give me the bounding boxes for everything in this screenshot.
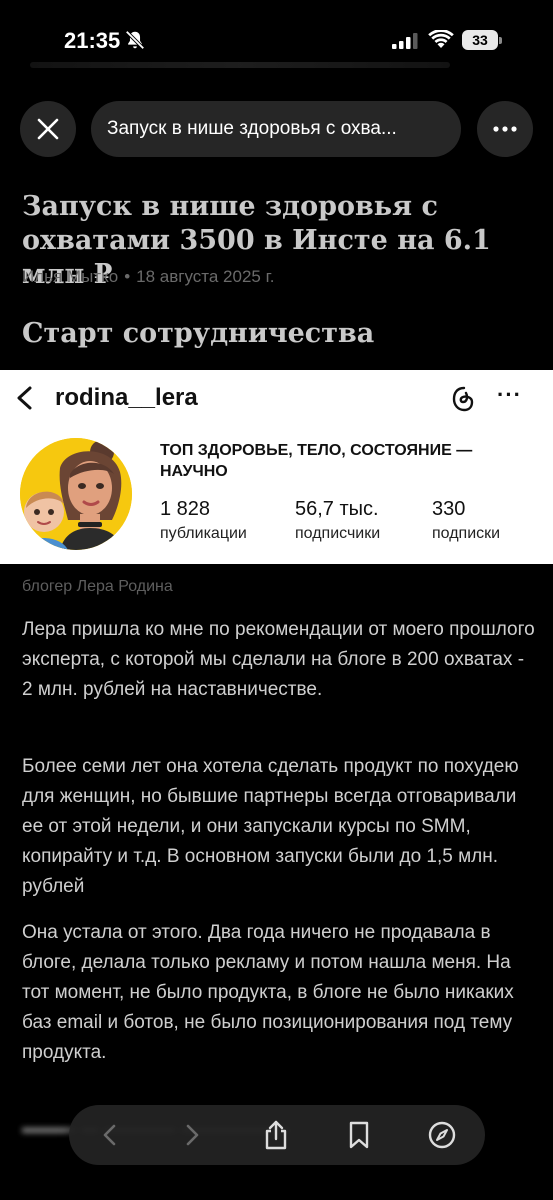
ig-stat-value: 330 xyxy=(432,498,466,520)
share-icon xyxy=(265,1120,287,1150)
paragraph: Она устала от этого. Два года ничего не … xyxy=(22,922,514,1063)
section-title: Старт сотрудничества xyxy=(22,318,375,349)
back-arrow-icon xyxy=(17,386,32,410)
article-date: 18 августа 2025 г. xyxy=(136,267,275,286)
bookmark-button[interactable] xyxy=(343,1119,375,1151)
battery-level: 33 xyxy=(462,30,498,50)
wifi-icon xyxy=(428,30,454,48)
ig-more-icon: ··· xyxy=(497,382,522,407)
avatar xyxy=(20,438,132,550)
status-time: 21:35 xyxy=(64,28,121,53)
image-caption: блогер Лера Родина xyxy=(22,578,173,595)
meta-separator: • xyxy=(124,267,131,286)
ig-stat-label: подписки xyxy=(432,525,501,542)
close-icon xyxy=(37,118,59,140)
forward-button[interactable] xyxy=(176,1119,208,1151)
ig-stat-following: 330 подписки xyxy=(432,498,500,543)
ig-username: rodina__lera xyxy=(55,384,198,411)
more-icon xyxy=(493,126,517,132)
status-bar: 21:35 33 xyxy=(0,0,553,70)
share-button[interactable] xyxy=(260,1119,292,1151)
paragraph: Лера пришла ко мне по рекомендации от мо… xyxy=(22,619,535,700)
article-author[interactable]: Илья Мытко xyxy=(22,267,118,286)
compass-button[interactable] xyxy=(426,1119,458,1151)
instagram-profile-image: rodina__lera ··· ТОП ЗДОРОВЬЕ, ТЕЛО, СОС… xyxy=(0,370,553,564)
threads-icon xyxy=(452,386,474,412)
url-bar-fade xyxy=(30,62,450,68)
ig-stat-value: 1 828 xyxy=(160,498,211,520)
browser-toolbar xyxy=(69,1105,485,1165)
back-button[interactable] xyxy=(94,1119,126,1151)
article-meta: Илья Мытко • 18 августа 2025 г. xyxy=(22,267,274,287)
page-title-pill[interactable]: Запуск в нише здоровья с охва... xyxy=(91,101,461,157)
ig-stat-value: 56,7 тыс. xyxy=(295,498,379,520)
bookmark-icon xyxy=(349,1121,369,1149)
ig-stat-label: публикации xyxy=(160,525,247,542)
compass-icon xyxy=(428,1121,456,1149)
ig-stat-posts: 1 828 публикации xyxy=(160,498,247,543)
ig-stat-label: подписчики xyxy=(295,525,381,542)
more-button[interactable] xyxy=(477,101,533,157)
ig-stat-followers: 56,7 тыс. подписчики xyxy=(295,498,380,543)
back-icon xyxy=(103,1124,116,1146)
ig-bio: ТОП ЗДОРОВЬЕ, ТЕЛО, СОСТОЯНИЕ — НАУЧНО xyxy=(160,442,473,480)
battery-icon: 33 xyxy=(462,30,502,50)
paragraph: Более семи лет она хотела сделать продук… xyxy=(22,756,519,897)
forward-icon xyxy=(186,1124,199,1146)
bell-off-icon xyxy=(125,30,145,50)
close-button[interactable] xyxy=(20,101,76,157)
signal-icon xyxy=(392,33,418,49)
